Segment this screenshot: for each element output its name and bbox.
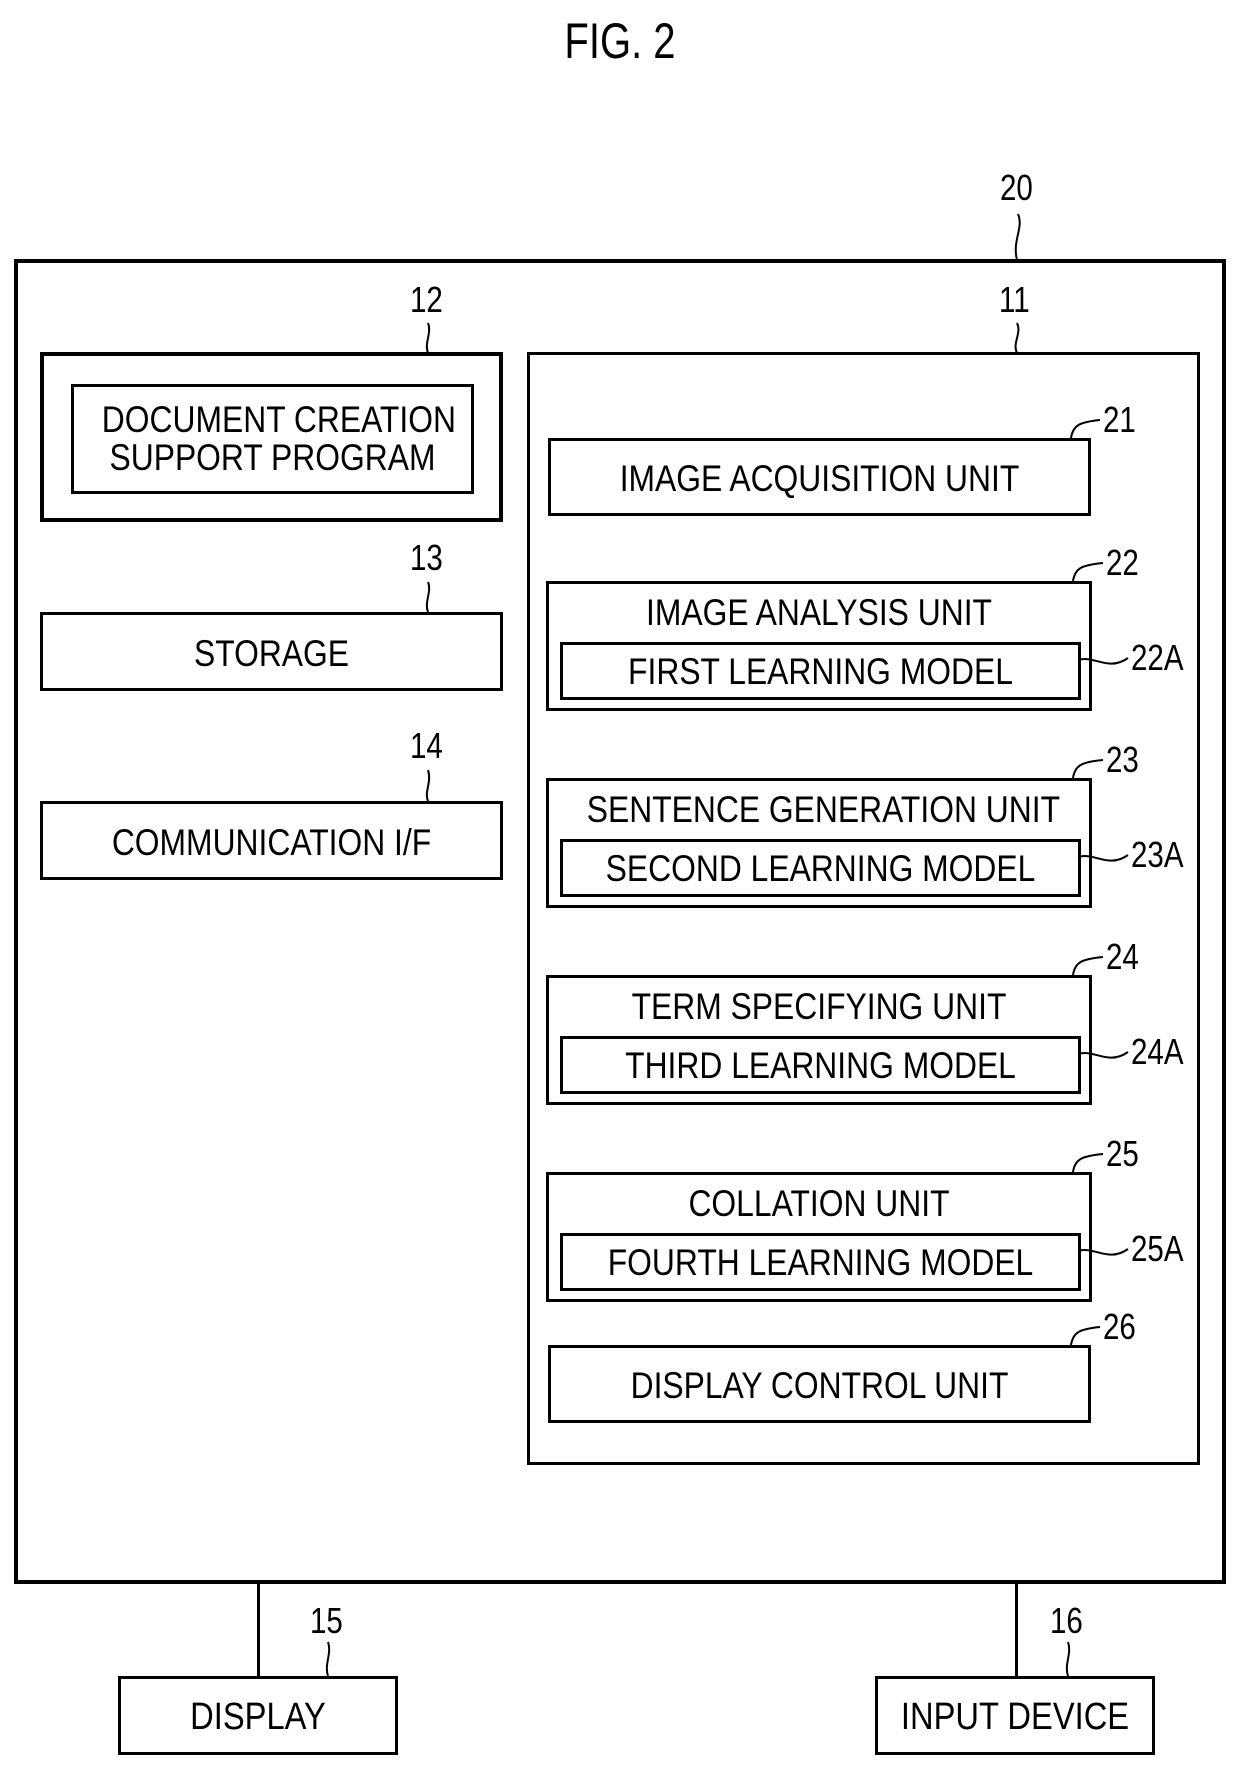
connector-input-device bbox=[1015, 1583, 1018, 1677]
image-analysis-unit-label: IMAGE ANALYSIS UNIT bbox=[646, 592, 992, 633]
program-label-line-1: DOCUMENT CREATION bbox=[101, 399, 456, 440]
display-label: DISPLAY bbox=[190, 1696, 326, 1738]
ref-25A: 25A bbox=[1131, 1228, 1184, 1269]
ref-25: 25 bbox=[1106, 1133, 1139, 1174]
ref-12: 12 bbox=[410, 279, 443, 320]
ref-24A: 24A bbox=[1131, 1031, 1184, 1072]
leader-16 bbox=[1065, 1641, 1071, 1677]
second-learning-model-label: SECOND LEARNING MODEL bbox=[605, 848, 1036, 889]
communication-if-box: COMMUNICATION I/F bbox=[40, 801, 503, 880]
collation-unit-label: COLLATION UNIT bbox=[688, 1183, 950, 1224]
collation-unit-box: COLLATION UNIT FOURTH LEARNING MODEL bbox=[546, 1172, 1092, 1302]
image-analysis-unit-box: IMAGE ANALYSIS UNIT FIRST LEARNING MODEL bbox=[546, 581, 1092, 711]
ref-16: 16 bbox=[1050, 1600, 1083, 1641]
figure-title: FIG. 2 bbox=[564, 13, 676, 69]
first-learning-model-box: FIRST LEARNING MODEL bbox=[560, 642, 1081, 700]
third-learning-model-box: THIRD LEARNING MODEL bbox=[560, 1036, 1081, 1094]
ref-20: 20 bbox=[1000, 167, 1033, 208]
image-acquisition-unit-box: IMAGE ACQUISITION UNIT bbox=[548, 438, 1091, 516]
first-learning-model-label: FIRST LEARNING MODEL bbox=[628, 651, 1013, 692]
ref-24: 24 bbox=[1106, 936, 1139, 977]
ref-14: 14 bbox=[410, 725, 443, 766]
term-specifying-unit-box: TERM SPECIFYING UNIT THIRD LEARNING MODE… bbox=[546, 975, 1092, 1105]
display-box: DISPLAY bbox=[118, 1676, 398, 1755]
fourth-learning-model-box: FOURTH LEARNING MODEL bbox=[560, 1233, 1081, 1291]
program-outer-box: DOCUMENT CREATION SUPPORT PROGRAM bbox=[40, 352, 503, 522]
sentence-generation-unit-box: SENTENCE GENERATION UNIT SECOND LEARNING… bbox=[546, 778, 1092, 908]
sentence-generation-unit-label: SENTENCE GENERATION UNIT bbox=[586, 789, 1061, 830]
program-label-line-2: SUPPORT PROGRAM bbox=[109, 437, 436, 478]
document-creation-support-program-box: DOCUMENT CREATION SUPPORT PROGRAM bbox=[71, 384, 474, 494]
communication-if-label: COMMUNICATION I/F bbox=[111, 822, 432, 863]
storage-label: STORAGE bbox=[193, 633, 350, 674]
ref-23A: 23A bbox=[1131, 834, 1184, 875]
leader-20 bbox=[1014, 213, 1021, 261]
fourth-learning-model-label: FOURTH LEARNING MODEL bbox=[607, 1242, 1034, 1283]
ref-13: 13 bbox=[410, 537, 443, 578]
ref-22: 22 bbox=[1106, 542, 1139, 583]
connector-display bbox=[257, 1583, 260, 1677]
input-device-box: INPUT DEVICE bbox=[875, 1676, 1155, 1755]
display-control-unit-label: DISPLAY CONTROL UNIT bbox=[630, 1365, 1009, 1406]
storage-box: STORAGE bbox=[40, 612, 503, 691]
ref-26: 26 bbox=[1103, 1306, 1136, 1347]
ref-23: 23 bbox=[1106, 739, 1139, 780]
ref-22A: 22A bbox=[1131, 637, 1184, 678]
ref-15: 15 bbox=[310, 1600, 343, 1641]
second-learning-model-box: SECOND LEARNING MODEL bbox=[560, 839, 1081, 897]
input-device-label: INPUT DEVICE bbox=[900, 1696, 1130, 1738]
ref-11: 11 bbox=[999, 279, 1030, 320]
third-learning-model-label: THIRD LEARNING MODEL bbox=[625, 1045, 1016, 1086]
ref-21: 21 bbox=[1103, 399, 1136, 440]
display-control-unit-box: DISPLAY CONTROL UNIT bbox=[548, 1345, 1091, 1423]
leader-15 bbox=[325, 1641, 331, 1677]
term-specifying-unit-label: TERM SPECIFYING UNIT bbox=[631, 986, 1007, 1027]
image-acquisition-unit-label: IMAGE ACQUISITION UNIT bbox=[619, 458, 1020, 499]
